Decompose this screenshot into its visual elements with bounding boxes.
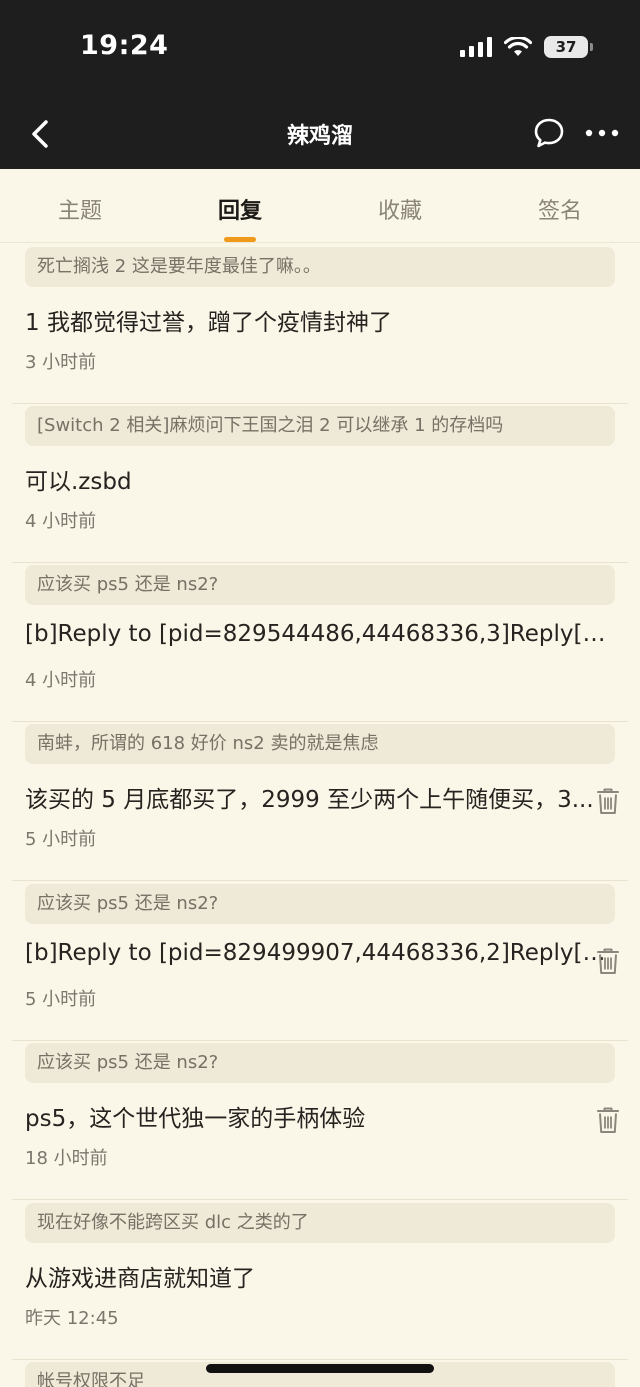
list-item[interactable]: 现在好像不能跨区买 dlc 之类的了 从游戏进商店就知道了 昨天 12:45 bbox=[0, 1200, 640, 1360]
reply-content: 该买的 5 月底都买了，2999 至少两个上午随便买，3... bbox=[25, 787, 594, 813]
battery-level: 37 bbox=[555, 38, 577, 56]
reply-content: [b]Reply to [pid=829544486,44468336,3]Re… bbox=[25, 621, 610, 647]
quoted-topic[interactable]: 应该买 ps5 还是 ns2? bbox=[25, 565, 615, 605]
top-bar: 19:24 37 辣鸡溜 bbox=[0, 0, 640, 169]
signal-icon bbox=[460, 37, 492, 57]
trash-icon[interactable] bbox=[596, 787, 620, 815]
tab-bar: 主题 回复 收藏 签名 bbox=[0, 169, 640, 243]
list-item[interactable]: 南蚌，所谓的 618 好价 ns2 卖的就是焦虑 该买的 5 月底都买了，299… bbox=[0, 721, 640, 881]
reply-content: [b]Reply to [pid=829499907,44468336,2]Re… bbox=[25, 940, 610, 966]
tab-topics[interactable]: 主题 bbox=[20, 193, 140, 225]
quoted-topic[interactable]: 应该买 ps5 还是 ns2? bbox=[25, 1043, 615, 1083]
status-icons: 37 bbox=[460, 36, 593, 58]
active-tab-indicator bbox=[224, 237, 256, 242]
reply-time: 4 小时前 bbox=[25, 670, 97, 691]
reply-time: 5 小时前 bbox=[25, 989, 97, 1010]
trash-icon[interactable] bbox=[596, 947, 620, 975]
tab-signature[interactable]: 签名 bbox=[500, 193, 620, 225]
quoted-topic[interactable]: 死亡搁浅 2 这是要年度最佳了嘛。。 bbox=[25, 247, 615, 287]
list-item[interactable]: 应该买 ps5 还是 ns2? [b]Reply to [pid=8294999… bbox=[0, 881, 640, 1041]
reply-time: 5 小时前 bbox=[25, 829, 97, 850]
tab-replies[interactable]: 回复 bbox=[180, 193, 300, 225]
reply-content: ps5，这个世代独一家的手柄体验 bbox=[25, 1106, 366, 1132]
list-item[interactable]: 应该买 ps5 还是 ns2? ps5，这个世代独一家的手柄体验 18 小时前 bbox=[0, 1040, 640, 1200]
list-item[interactable]: 应该买 ps5 还是 ns2? [b]Reply to [pid=8295444… bbox=[0, 562, 640, 722]
list-item[interactable]: [Switch 2 相关]麻烦问下王国之泪 2 可以继承 1 的存档吗 可以.z… bbox=[0, 403, 640, 563]
wifi-icon bbox=[504, 37, 532, 56]
reply-content: 可以.zsbd bbox=[25, 469, 132, 495]
list-item[interactable]: 死亡搁浅 2 这是要年度最佳了嘛。。 1 我都觉得过誉，蹭了个疫情封神了 3 小… bbox=[0, 244, 640, 404]
quoted-topic[interactable]: [Switch 2 相关]麻烦问下王国之泪 2 可以继承 1 的存档吗 bbox=[25, 406, 615, 446]
quoted-topic[interactable]: 现在好像不能跨区买 dlc 之类的了 bbox=[25, 1203, 615, 1243]
battery-icon: 37 bbox=[544, 36, 593, 58]
more-options-icon[interactable] bbox=[584, 124, 620, 142]
reply-time: 昨天 12:45 bbox=[25, 1308, 119, 1329]
reply-time: 3 小时前 bbox=[25, 352, 97, 373]
tab-favorites[interactable]: 收藏 bbox=[340, 193, 460, 225]
status-time: 19:24 bbox=[80, 30, 169, 61]
home-indicator bbox=[206, 1364, 434, 1373]
quoted-topic[interactable]: 应该买 ps5 还是 ns2? bbox=[25, 884, 615, 924]
reply-content: 1 我都觉得过誉，蹭了个疫情封神了 bbox=[25, 310, 392, 336]
chat-bubble-icon[interactable] bbox=[532, 116, 566, 150]
reply-time: 18 小时前 bbox=[25, 1148, 108, 1169]
reply-time: 4 小时前 bbox=[25, 511, 97, 532]
reply-content: 从游戏进商店就知道了 bbox=[25, 1266, 255, 1292]
quoted-topic[interactable]: 南蚌，所谓的 618 好价 ns2 卖的就是焦虑 bbox=[25, 724, 615, 764]
trash-icon[interactable] bbox=[596, 1106, 620, 1134]
